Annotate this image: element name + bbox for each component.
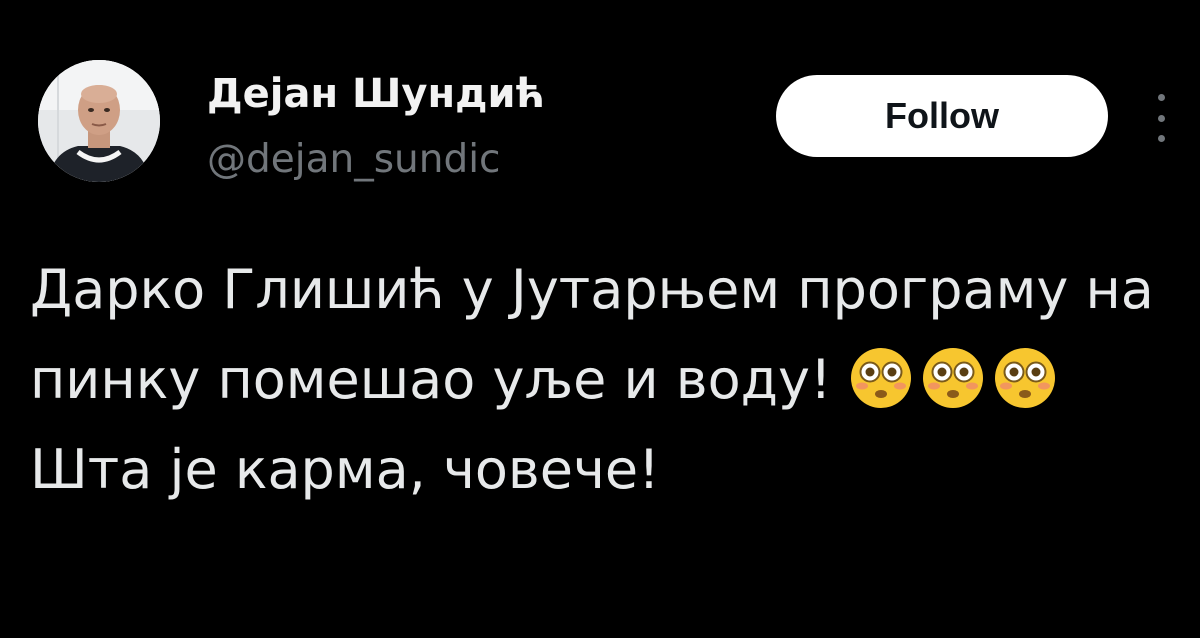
flushed-face-icon [922, 348, 983, 408]
more-dot [1157, 94, 1165, 101]
flushed-face-icon [850, 348, 911, 408]
more-dot [1157, 114, 1165, 122]
avatar[interactable] [38, 60, 160, 182]
more-dot [1157, 135, 1165, 142]
author-display-name[interactable]: Дејан Шундић [207, 70, 545, 118]
author-handle[interactable]: @dejan_sundic [207, 137, 501, 183]
tweet-text-part2: Шта је карма, човече! [30, 438, 660, 501]
flushed-face-icon [994, 348, 1055, 408]
tweet-text: Дарко Глишић у Јутарњем програму на пинк… [30, 245, 1180, 515]
follow-button[interactable]: Follow [776, 75, 1108, 157]
tweet-text-part1: Дарко Глишић у Јутарњем програму на пинк… [30, 258, 1154, 411]
more-vertical-icon[interactable] [1147, 94, 1175, 142]
profile-photo [38, 60, 160, 182]
